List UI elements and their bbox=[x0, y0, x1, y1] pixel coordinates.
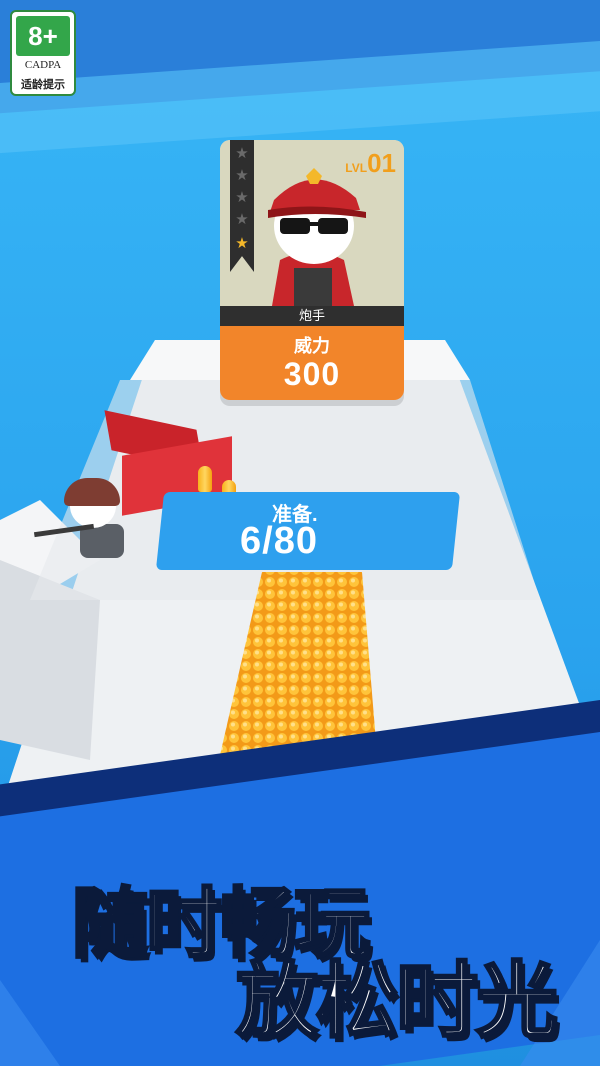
star-icon: ★ bbox=[235, 167, 249, 184]
slogan-line-2: 放松时光 bbox=[234, 953, 559, 1051]
age-rating-badge[interactable]: 8+ CADPA 适龄提示 bbox=[10, 10, 76, 96]
star-icon: ★ bbox=[235, 211, 249, 228]
age-rating: 8+ bbox=[16, 16, 70, 56]
rating-org: CADPA bbox=[24, 59, 62, 71]
game-scene: 准备. 6/80 ★ ★ ★ ★ ★ LVL01 炮手 威力 300 随时畅玩 … bbox=[0, 0, 600, 1066]
star-icon-active: ★ bbox=[235, 235, 249, 252]
power-value: 300 bbox=[283, 356, 341, 392]
star-icon: ★ bbox=[235, 145, 249, 162]
ammo-count: 6/80 bbox=[240, 520, 318, 562]
power-label: 威力 bbox=[294, 336, 330, 356]
flying-bullet bbox=[198, 466, 212, 492]
age-hint: 适龄提示 bbox=[21, 79, 65, 91]
level-prefix: LVL bbox=[345, 161, 368, 175]
level-number: 01 bbox=[367, 148, 396, 178]
unit-name: 炮手 bbox=[220, 306, 404, 326]
level-label: LVL01 bbox=[345, 148, 396, 179]
star-icon: ★ bbox=[235, 189, 249, 206]
power-box: 威力 300 bbox=[220, 326, 404, 400]
unit-card[interactable]: ★ ★ ★ ★ ★ LVL01 炮手 威力 300 bbox=[220, 140, 404, 400]
